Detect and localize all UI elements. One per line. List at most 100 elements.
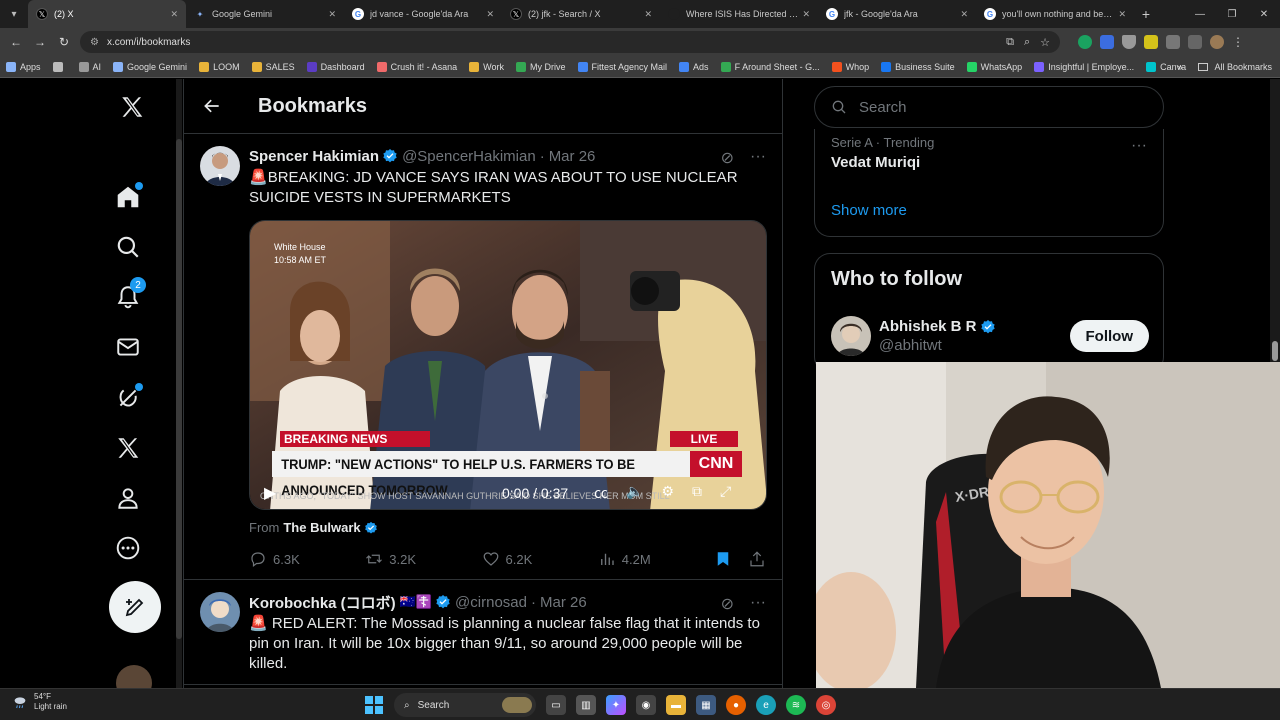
more-options-icon[interactable]: ··· xyxy=(1131,137,1147,155)
new-tab-icon[interactable]: + xyxy=(1134,6,1158,22)
install-app-icon[interactable]: ⧉ xyxy=(1006,36,1014,49)
extension-icon[interactable] xyxy=(1144,35,1158,49)
avatar[interactable] xyxy=(200,146,240,186)
pip-icon[interactable]: ⧉ xyxy=(692,483,702,503)
like-button[interactable]: 6.2K xyxy=(482,550,598,568)
firefox-icon[interactable]: ● xyxy=(726,695,746,715)
more-icon[interactable] xyxy=(112,532,144,564)
grok-icon[interactable] xyxy=(112,382,144,414)
tab-search-menu-icon[interactable]: ▾ xyxy=(0,0,28,28)
back-icon[interactable]: ← xyxy=(4,30,28,54)
more-options-icon[interactable]: ··· xyxy=(750,148,766,168)
x-logo-icon[interactable] xyxy=(116,91,148,123)
forward-icon[interactable]: → xyxy=(28,30,52,54)
file-explorer-icon[interactable]: ▬ xyxy=(666,695,686,715)
site-info-icon[interactable]: ⚙ xyxy=(90,37,99,48)
spotify-icon[interactable]: ≋ xyxy=(786,695,806,715)
url-field[interactable]: ⚙ x.com/i/bookmarks ⧉ ⌕ ☆ xyxy=(80,31,1060,53)
avatar[interactable] xyxy=(200,592,240,632)
bookmark-item[interactable]: Apps xyxy=(6,61,41,72)
author-name[interactable]: Spencer Hakimian xyxy=(249,148,379,165)
bookmark-item[interactable]: F Around Sheet - G... xyxy=(720,61,820,72)
volume-icon[interactable]: 🔈 xyxy=(626,483,643,503)
bookmark-item[interactable]: Dashboard xyxy=(306,61,365,72)
browser-tab[interactable]: G you'll own nothing and be hap ✕ xyxy=(976,0,1134,28)
shield-icon[interactable] xyxy=(1122,35,1136,49)
bookmark-item[interactable]: SALES xyxy=(251,61,295,72)
bookmark-item[interactable]: Whop xyxy=(831,61,869,72)
video-player[interactable]: White House 10:58 AM ET BREAKING NEWS LI… xyxy=(249,220,767,510)
chrome-icon[interactable]: ◎ xyxy=(816,695,836,715)
browser-tab[interactable]: ✦ Google Gemini ✕ xyxy=(186,0,344,28)
app-icon[interactable]: ▥ xyxy=(576,695,596,715)
bookmark-item[interactable]: Business Suite xyxy=(881,61,955,72)
profile-avatar[interactable] xyxy=(1210,35,1224,49)
tweet[interactable]: ⊘ ··· Korobochka (コロボ) 🇦🇺☦️ @cirnosad · … xyxy=(184,580,782,685)
zoom-icon[interactable]: ⌕ xyxy=(1024,36,1030,49)
bookmark-item[interactable] xyxy=(52,61,67,72)
close-tab-icon[interactable]: ✕ xyxy=(328,9,336,20)
edge-icon[interactable]: e xyxy=(756,695,776,715)
post-button[interactable] xyxy=(109,581,161,633)
home-icon[interactable] xyxy=(112,181,144,213)
captions-icon[interactable]: ㏄ xyxy=(594,483,608,503)
browser-tab[interactable]: G jfk - Google'da Ara ✕ xyxy=(818,0,976,28)
tweet-date[interactable]: Mar 26 xyxy=(540,594,587,611)
profile-icon[interactable] xyxy=(112,482,144,514)
views-button[interactable]: 4.2M xyxy=(598,550,714,568)
messages-icon[interactable] xyxy=(112,331,144,363)
extension-icon[interactable] xyxy=(1078,35,1092,49)
taskbar-search[interactable]: ⌕ Search xyxy=(394,693,536,717)
trend-item[interactable]: Vedat Muriqi xyxy=(831,154,920,171)
bookmark-item[interactable]: WhatsApp xyxy=(966,61,1022,72)
close-tab-icon[interactable]: ✕ xyxy=(644,9,652,20)
avatar[interactable] xyxy=(831,316,871,356)
premium-x-icon[interactable] xyxy=(112,432,144,464)
bookmark-item[interactable]: Crush it! - Asana xyxy=(376,61,457,72)
search-input[interactable]: Search xyxy=(814,86,1164,128)
account-avatar[interactable] xyxy=(116,665,152,688)
author-handle[interactable]: @SpencerHakimian xyxy=(402,148,536,165)
bookmark-item[interactable]: Ads xyxy=(679,61,709,72)
all-bookmarks[interactable]: » All Bookmarks xyxy=(1177,62,1272,72)
star-icon[interactable]: ☆ xyxy=(1040,36,1050,49)
bookmark-item[interactable]: Google Gemini xyxy=(113,61,187,72)
copilot-icon[interactable]: ✦ xyxy=(606,695,626,715)
bookmark-item[interactable]: Fittest Agency Mail xyxy=(577,61,667,72)
tweet[interactable]: ⊘ ··· Spencer Hakimian @SpencerHakimian … xyxy=(184,134,782,580)
bookmark-item[interactable]: Insightful | Employe... xyxy=(1034,61,1134,72)
share-icon[interactable] xyxy=(748,550,766,568)
close-tab-icon[interactable]: ✕ xyxy=(486,9,494,20)
follow-suggestion[interactable]: Abhishek B R @abhitwt Follow xyxy=(831,316,1149,356)
explore-icon[interactable] xyxy=(112,231,144,263)
follow-button[interactable]: Follow xyxy=(1069,320,1149,352)
fullscreen-icon[interactable]: ⤢ xyxy=(720,483,731,503)
reload-icon[interactable]: ↻ xyxy=(52,30,76,54)
puzzle-icon[interactable] xyxy=(1166,35,1180,49)
windows-start-icon[interactable] xyxy=(364,695,384,715)
notifications-icon[interactable]: 2 xyxy=(112,277,146,313)
close-window-icon[interactable]: ✕ xyxy=(1248,0,1280,28)
kebab-menu-icon[interactable]: ⋮ xyxy=(1232,35,1244,49)
tweet-date[interactable]: Mar 26 xyxy=(549,148,596,165)
bookmark-item[interactable]: AI xyxy=(78,61,101,72)
browser-tab[interactable]: 𝕏 (2) jfk - Search / X ✕ xyxy=(502,0,660,28)
grok-explain-icon[interactable]: ⊘ xyxy=(721,148,734,168)
source-name[interactable]: The Bulwark xyxy=(283,520,360,535)
close-tab-icon[interactable]: ✕ xyxy=(960,9,968,20)
task-view-icon[interactable]: ▭ xyxy=(546,695,566,715)
camera-icon[interactable]: ◉ xyxy=(636,695,656,715)
extension-icon[interactable] xyxy=(1100,35,1114,49)
repost-button[interactable]: 3.2K xyxy=(365,550,481,568)
weather-widget[interactable]: 54°F Light rain xyxy=(12,692,67,712)
bookmark-item[interactable]: LOOM xyxy=(199,61,240,72)
close-tab-icon[interactable]: ✕ xyxy=(802,9,810,20)
close-tab-icon[interactable]: ✕ xyxy=(1118,9,1126,20)
grok-explain-icon[interactable]: ⊘ xyxy=(721,594,734,614)
close-tab-icon[interactable]: ✕ xyxy=(170,9,178,20)
restore-icon[interactable]: ❐ xyxy=(1216,0,1248,28)
suggestion-name[interactable]: Abhishek B R xyxy=(879,318,977,335)
browser-tab[interactable]: 𝕏 (2) X ✕ xyxy=(28,0,186,28)
browser-tab[interactable]: G jd vance - Google'da Ara ✕ xyxy=(344,0,502,28)
calculator-icon[interactable]: ▦ xyxy=(696,695,716,715)
